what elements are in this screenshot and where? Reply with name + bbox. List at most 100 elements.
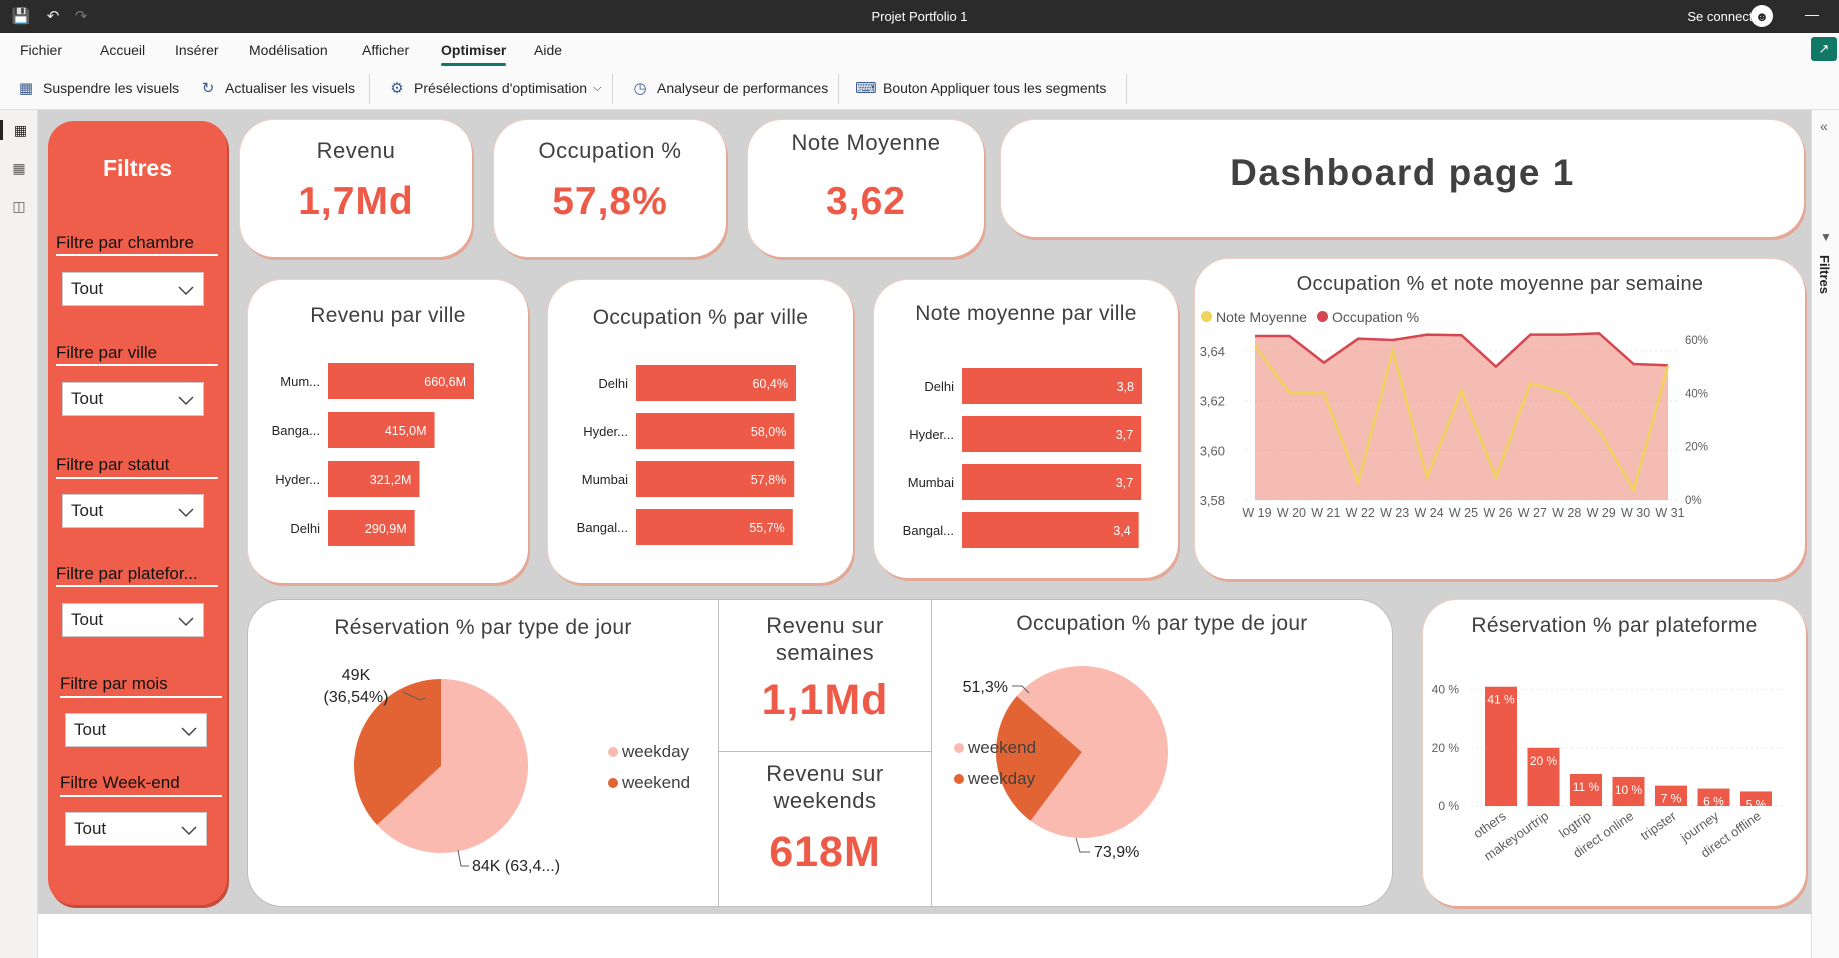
bar-category-label: Bangal... [577, 520, 628, 535]
optimization-presets-button[interactable]: ⚙ Présélections d'optimisation ⌵ [387, 76, 601, 100]
x-tick-label: W 31 [1655, 506, 1684, 520]
y-left-tick-label: 3,58 [1200, 493, 1225, 508]
performance-analyzer-button[interactable]: ◷ Analyseur de performances [630, 76, 828, 100]
filter-status-dropdown[interactable]: Tout [62, 494, 204, 528]
bookings-by-platform-chart: 40 %20 %0 %41 %others20 %makeyourtrip11 … [1432, 683, 1785, 864]
bar-data-label: 415,0M [385, 424, 427, 438]
bar-category-label: Hyder... [909, 427, 954, 442]
bookings-by-daytype-card[interactable]: Réservation % par type de jour weekday we… [248, 600, 718, 906]
kpi-rating-card[interactable]: Note Moyenne 3,62 [748, 120, 984, 257]
kpi-revenue-value: 1,7Md [298, 180, 414, 223]
pause-visuals-button[interactable]: ▦ Suspendre les visuels [16, 76, 179, 100]
filters-pane-collapsed[interactable]: « ▼ Filtres [1811, 110, 1839, 958]
legend-label: weekday [967, 769, 1036, 788]
filter-divider [56, 477, 218, 479]
kpi-revenue-weeks-card[interactable]: Revenu sur semaines 1,1Md [719, 600, 931, 752]
bar-category-label: Delhi [290, 521, 320, 536]
title-bar: 💾 ↶ ↷ Projet Portfolio 1 Se connecter ☻ … [0, 0, 1839, 33]
filters-pane-label: Filtres [1817, 255, 1832, 295]
x-tick-label: W 27 [1518, 506, 1547, 520]
x-tick-label: tripster [1638, 808, 1680, 843]
legend-dot [954, 743, 964, 753]
bar-data-label: 3,4 [1113, 524, 1130, 538]
refresh-visuals-button[interactable]: ↻ Actualiser les visuels [198, 76, 355, 100]
bar-data-label: 3,7 [1116, 476, 1133, 490]
kpi-revenue-weekends-card[interactable]: Revenu sur weekends 618M [719, 752, 931, 906]
model-view-icon[interactable]: ◫ [9, 196, 29, 216]
expand-pane-icon[interactable]: « [1820, 118, 1828, 134]
occupancy-by-city-card[interactable]: Occupation % par ville Delhi 60,4% Hyder..… [548, 280, 853, 583]
bookings-by-platform-card[interactable]: Réservation % par plateforme 40 % 20 % 0 %… [1423, 600, 1806, 906]
bar-data-label: 3,7 [1116, 428, 1133, 442]
apply-all-slicers-button[interactable]: ⌨ Bouton Appliquer tous les segments [855, 76, 1106, 100]
filter-weekend-dropdown[interactable]: Tout [65, 812, 207, 846]
filter-status-label: Filtre par statut [56, 455, 170, 474]
menu-inserer[interactable]: Insérer [175, 42, 219, 58]
filter-month-value: Tout [74, 720, 107, 739]
filter-room-dropdown[interactable]: Tout [62, 272, 204, 306]
user-icon[interactable]: ☻ [1751, 5, 1773, 27]
bar-data-label: 290,9M [365, 522, 407, 536]
filter-platform-dropdown[interactable]: Tout [62, 603, 204, 637]
x-tick-label: W 19 [1242, 506, 1271, 520]
ribbon-separator [1126, 74, 1127, 104]
bar-category-label: Hyder... [275, 472, 320, 487]
menu-afficher[interactable]: Afficher [362, 42, 409, 58]
kpi-revenue-weeks-label: Revenu sur semaines [766, 613, 884, 665]
bar-data-label: 660,6M [424, 375, 466, 389]
bar-data-label: 57,8% [751, 473, 786, 487]
filter-weekend-label: Filtre Week-end [60, 773, 180, 792]
bar-data-label: 5 % [1746, 797, 1767, 811]
chevron-down-icon [181, 727, 197, 737]
table-view-icon[interactable]: ▦ [9, 158, 29, 178]
chevron-down-icon: ⌵ [593, 81, 602, 94]
pie-data-label: 73,9% [1094, 844, 1139, 861]
share-icon[interactable]: ↗ [1811, 37, 1837, 61]
x-tick-label: W 20 [1277, 506, 1306, 520]
bar-data-label: 58,0% [751, 425, 786, 439]
performance-analyzer-label: Analyseur de performances [657, 80, 829, 96]
menu-aide[interactable]: Aide [534, 42, 562, 58]
filter-weekend-value: Tout [74, 819, 107, 838]
pie-data-label: 84K (63,4...) [472, 858, 560, 875]
x-tick-label: W 22 [1346, 506, 1375, 520]
y-left-tick-label: 3,64 [1200, 344, 1225, 359]
ribbon-separator [612, 74, 613, 104]
filter-divider [56, 254, 218, 256]
menu-modelisation[interactable]: Modélisation [249, 42, 328, 58]
bar-data-label: 20 % [1530, 754, 1558, 768]
bar [962, 368, 1142, 404]
filter-city-dropdown[interactable]: Tout [62, 382, 204, 416]
filter-month-label: Filtre par mois [60, 674, 168, 693]
bar [962, 416, 1142, 452]
weekly-trend-card[interactable]: Occupation % et note moyenne par semaine… [1195, 259, 1805, 579]
y-left-tick-label: 3,62 [1200, 394, 1225, 409]
revenue-by-city-card[interactable]: Revenu par ville Mum... 660,6M Banga... 415… [248, 280, 528, 583]
menu-optimiser[interactable]: Optimiser [441, 42, 507, 66]
menu-accueil[interactable]: Accueil [100, 42, 145, 58]
report-view-icon[interactable]: ▦ [0, 120, 38, 140]
pie-data-label: (36,54%) [324, 689, 389, 706]
filter-city-value: Tout [71, 389, 104, 408]
pie-leader-line [457, 849, 469, 867]
rating-by-city-card[interactable]: Note moyenne par ville Delhi 3,8 Hyder... 3… [874, 280, 1178, 578]
x-tick-label: W 30 [1621, 506, 1650, 520]
kpi-occupancy-card[interactable]: Occupation % 57,8% [494, 120, 726, 257]
page-title-card: Dashboard page 1 [1001, 120, 1804, 237]
y-right-tick-label: 20% [1685, 442, 1708, 454]
window-title: Projet Portfolio 1 [871, 9, 968, 24]
bar-category-label: Mum... [280, 374, 320, 389]
bar-category-label: Bangal... [903, 523, 954, 538]
minimize-icon[interactable]: — [1805, 6, 1819, 22]
filter-divider [56, 585, 218, 587]
legend-label: weekend [621, 773, 690, 792]
kpi-occupancy-value: 57,8% [552, 180, 668, 223]
filter-funnel-icon: ▼ [1820, 230, 1832, 244]
kpi-revenue-card[interactable]: Revenu 1,7Md [240, 120, 472, 257]
menu-fichier[interactable]: Fichier [20, 42, 62, 58]
filter-month-dropdown[interactable]: Tout [65, 713, 207, 747]
occupancy-by-daytype-card[interactable]: Occupation % par type de jour weekend wee… [932, 600, 1392, 906]
pie-data-label: 51,3% [963, 679, 1008, 696]
chevron-down-icon [181, 826, 197, 836]
legend-label: weekend [967, 738, 1036, 757]
